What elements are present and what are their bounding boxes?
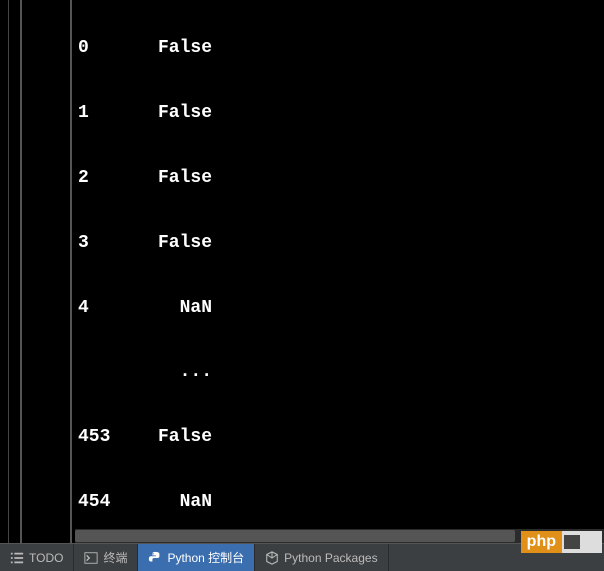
python-console-label: Python 控制台 xyxy=(167,549,244,566)
todo-tab[interactable]: TODO xyxy=(0,544,74,571)
console-output[interactable]: 0False 1False 2False 3False 4 NaN ... 45… xyxy=(72,0,604,543)
editor-area: 0False 1False 2False 3False 4 NaN ... 45… xyxy=(0,0,604,543)
row-index: 3 xyxy=(78,227,158,259)
row-index: 454 xyxy=(78,486,158,518)
row-value: False xyxy=(158,32,212,64)
row-value: NaN xyxy=(158,292,212,324)
list-icon xyxy=(10,551,24,565)
python-console-tab[interactable]: Python 控制台 xyxy=(138,544,255,571)
gutter xyxy=(22,0,72,543)
row-value: False xyxy=(158,162,212,194)
row-value: NaN xyxy=(158,486,212,518)
row-index xyxy=(78,356,158,388)
terminal-tab[interactable]: 终端 xyxy=(74,544,138,571)
left-margin xyxy=(0,0,22,543)
row-index: 0 xyxy=(78,32,158,64)
row-index: 1 xyxy=(78,97,158,129)
row-value: False xyxy=(158,97,212,129)
row-value: ... xyxy=(158,356,212,388)
scrollbar-thumb[interactable] xyxy=(75,530,515,542)
python-packages-tab[interactable]: Python Packages xyxy=(255,544,388,571)
terminal-icon xyxy=(84,551,98,565)
watermark-ext xyxy=(562,531,602,553)
python-icon xyxy=(148,551,162,565)
row-value: False xyxy=(158,227,212,259)
row-index: 4 xyxy=(78,292,158,324)
packages-icon xyxy=(265,551,279,565)
watermark: php xyxy=(521,531,602,553)
row-index: 2 xyxy=(78,162,158,194)
row-index: 453 xyxy=(78,421,158,453)
bottom-toolbar: TODO 终端 Python 控制台 Python Packages xyxy=(0,543,604,571)
todo-label: TODO xyxy=(29,551,63,565)
python-packages-label: Python Packages xyxy=(284,551,377,565)
terminal-label: 终端 xyxy=(103,549,127,566)
row-value: False xyxy=(158,421,212,453)
watermark-text: php xyxy=(521,531,562,553)
